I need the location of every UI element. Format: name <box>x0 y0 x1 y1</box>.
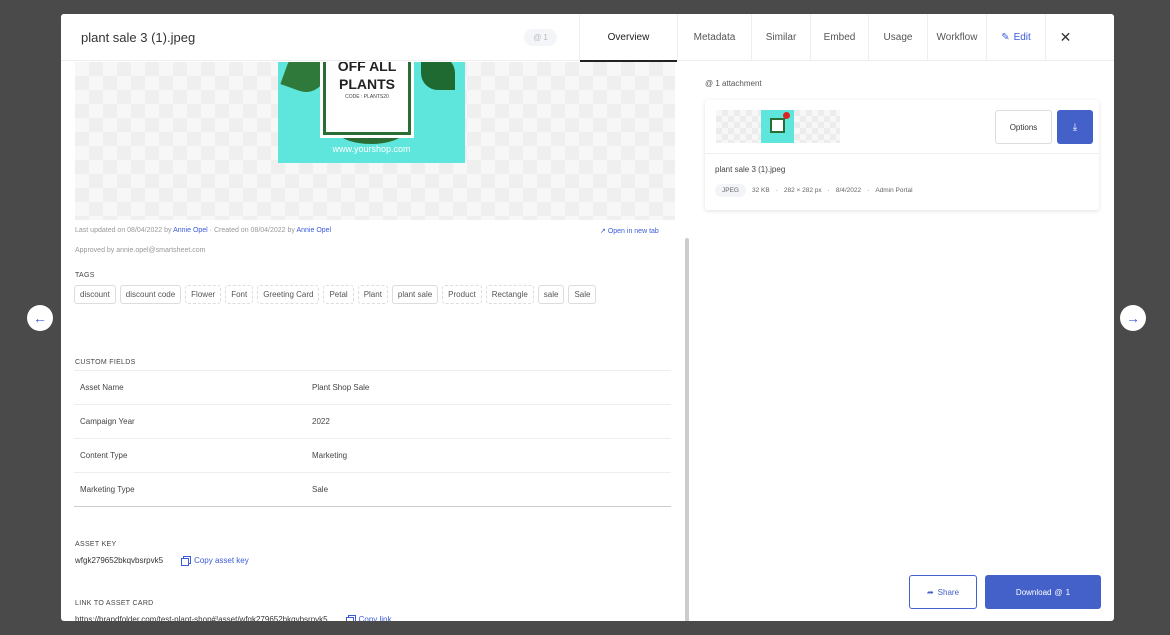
attachment-name: plant sale 3 (1).jpeg <box>715 165 786 174</box>
approved-info: Approved by annie.opel@smartsheet.com <box>75 247 206 254</box>
arrow-left-icon: ← <box>33 310 47 326</box>
download-attachment-button[interactable]: ⤓ <box>1057 110 1093 144</box>
field-key: Campaign Year <box>80 417 135 426</box>
field-value: Sale <box>312 485 329 494</box>
copy-link-button[interactable]: Copy link <box>345 615 392 621</box>
attachment-count-pill: @ 1 <box>524 29 557 46</box>
tag[interactable]: plant sale <box>391 285 439 304</box>
tab-embed[interactable]: Embed <box>810 14 868 61</box>
tag[interactable]: discount code <box>119 285 182 304</box>
tag[interactable]: sale <box>537 285 565 304</box>
share-icon: ➦ <box>926 587 934 597</box>
pencil-icon: ✎ <box>1001 32 1010 43</box>
asset-modal: plant sale 3 (1).jpeg @ 1 Overview Metad… <box>61 14 1114 621</box>
tab-metadata[interactable]: Metadata <box>677 14 751 61</box>
asset-link-value: https://brandfolder.com/test-plant-shop#… <box>75 615 328 621</box>
attachment-thumbnail <box>716 110 840 143</box>
copy-icon <box>181 556 192 566</box>
tag[interactable]: Product <box>442 285 482 304</box>
asset-key-row: wfgk279652bkqvbsrpvk5 Copy asset key <box>75 556 249 566</box>
asset-link-row: https://brandfolder.com/test-plant-shop#… <box>75 615 392 621</box>
tags-label: TAGS <box>75 272 95 279</box>
tag[interactable]: discount <box>74 285 116 304</box>
dimensions: 282 × 282 px <box>783 187 822 194</box>
table-row: Marketing Type Sale <box>74 473 671 507</box>
paperclip-icon: @ <box>1054 587 1063 597</box>
share-button[interactable]: ➦ Share <box>909 575 977 609</box>
paperclip-icon: @ <box>533 33 542 42</box>
tab-usage[interactable]: Usage <box>868 14 927 61</box>
tab-overview[interactable]: Overview <box>579 14 677 62</box>
update-info: Last updated on 08/04/2022 by Annie Opel… <box>75 227 332 234</box>
custom-fields-label: CUSTOM FIELDS <box>75 359 136 366</box>
field-key: Content Type <box>80 451 128 460</box>
next-asset-button[interactable]: → <box>1120 305 1146 331</box>
field-value: 2022 <box>312 417 330 426</box>
field-key: Asset Name <box>80 383 124 392</box>
tag[interactable]: Greeting Card <box>257 285 320 304</box>
poster-image: OFF ALL PLANTS CODE : PLANTS20 www.yours… <box>278 62 465 163</box>
asset-key-label: ASSET KEY <box>75 541 117 548</box>
edit-button[interactable]: ✎ Edit <box>986 14 1045 61</box>
asset-preview: OFF ALL PLANTS CODE : PLANTS20 www.yours… <box>75 62 675 220</box>
created-by-link[interactable]: Annie Opel <box>296 227 331 234</box>
tag-list: discount discount code Flower Font Greet… <box>74 285 674 304</box>
field-value: Plant Shop Sale <box>312 383 370 392</box>
external-link-icon: ↗ <box>600 228 606 235</box>
copy-asset-key-button[interactable]: Copy asset key <box>181 556 249 566</box>
close-icon: ✕ <box>1059 29 1072 45</box>
asset-key-value: wfgk279652bkqvbsrpvk5 <box>75 556 164 565</box>
options-button[interactable]: Options <box>995 110 1052 144</box>
table-row: Asset Name Plant Shop Sale <box>74 371 671 405</box>
download-icon: ⤓ <box>1072 121 1078 133</box>
tab-bar: Overview Metadata Similar Embed Usage Wo… <box>579 14 1085 62</box>
field-key: Marketing Type <box>80 485 135 494</box>
open-in-new-tab-link[interactable]: ↗ Open in new tab <box>600 227 659 235</box>
tag[interactable]: Rectangle <box>485 285 534 304</box>
tag[interactable]: Flower <box>185 285 222 304</box>
attachment-card[interactable]: Options ⤓ plant sale 3 (1).jpeg JPEG 32 … <box>705 100 1099 210</box>
paperclip-icon: @ <box>705 79 714 88</box>
format-badge: JPEG <box>715 184 746 197</box>
copy-icon <box>345 615 356 621</box>
modal-header: plant sale 3 (1).jpeg @ 1 Overview Metad… <box>61 14 1114 62</box>
tag[interactable]: Petal <box>323 285 354 304</box>
download-button[interactable]: Download @ 1 <box>985 575 1101 609</box>
scrollbar[interactable] <box>685 238 689 621</box>
field-value: Marketing <box>312 451 348 460</box>
tag[interactable]: Font <box>225 285 254 304</box>
close-button[interactable]: ✕ <box>1045 14 1085 61</box>
custom-fields-table: Asset Name Plant Shop Sale Campaign Year… <box>74 370 671 507</box>
tag[interactable]: Plant <box>357 285 388 304</box>
attachment-meta: JPEG 32 KB · 282 × 282 px · 8/4/2022 · A… <box>715 184 913 197</box>
table-row: Campaign Year 2022 <box>74 405 671 439</box>
previous-asset-button[interactable]: ← <box>27 305 53 331</box>
attachments-panel: @ 1 attachment Options ⤓ plant sale 3 (1… <box>699 62 1114 621</box>
file-size: 32 KB <box>751 187 770 194</box>
tag[interactable]: Sale <box>568 285 597 304</box>
table-row: Content Type Marketing <box>74 439 671 473</box>
asset-title: plant sale 3 (1).jpeg <box>81 30 196 45</box>
source: Admin Portal <box>875 187 913 194</box>
asset-link-label: LINK TO ASSET CARD <box>75 600 154 607</box>
overview-panel: OFF ALL PLANTS CODE : PLANTS20 www.yours… <box>61 62 691 621</box>
updated-by-link[interactable]: Annie Opel <box>173 227 208 234</box>
date: 8/4/2022 <box>835 187 862 194</box>
tab-workflow[interactable]: Workflow <box>927 14 986 61</box>
arrow-right-icon: → <box>1126 310 1140 326</box>
tab-similar[interactable]: Similar <box>751 14 810 61</box>
attachment-count: @ 1 attachment <box>705 79 762 88</box>
